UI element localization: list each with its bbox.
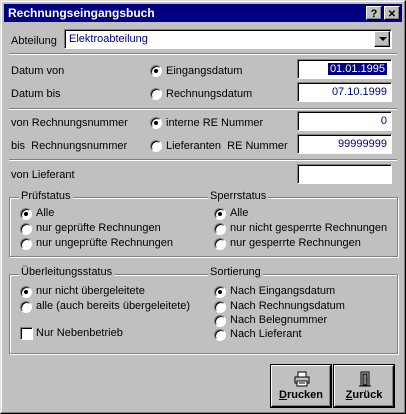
help-button[interactable]: ? — [366, 6, 382, 20]
radio-sort-eingangsdatum-label: Nach Eingangsdatum — [230, 285, 336, 297]
ueberleitung-title: Überleitungsstatus — [19, 266, 115, 278]
radio-sperr-nicht-gesperrt-label: nur nicht gesperrte Rechnungen — [230, 222, 388, 234]
abteilung-value: Elektroabteilung — [69, 33, 148, 45]
radio-pruef-ungeprueft[interactable] — [20, 238, 32, 250]
dialog-window: Rechnungseingangsbuch ? ✕ Abteilung Elek… — [0, 0, 406, 414]
radio-eingangsdatum[interactable] — [150, 65, 162, 77]
nummer-von-field[interactable]: 0 — [297, 111, 392, 131]
radio-pruef-alle-label: Alle — [36, 207, 55, 219]
radio-sperr-gesperrt[interactable] — [214, 238, 226, 250]
nummer-bis-label: bis Rechnungsnummer — [11, 140, 128, 152]
radio-sort-eingangsdatum[interactable] — [214, 286, 226, 298]
radio-pruef-alle[interactable] — [20, 208, 32, 220]
printer-icon — [294, 371, 310, 387]
radio-pruef-geprueft-label: nur geprüfte Rechnungen — [36, 222, 161, 234]
close-icon: ✕ — [387, 9, 397, 20]
radio-alle-uebergeleitet[interactable] — [20, 301, 32, 313]
divider — [9, 108, 397, 110]
nummer-bis-value: 99999999 — [338, 138, 387, 150]
drucken-label: Drucken — [278, 389, 324, 401]
radio-sperr-alle[interactable] — [214, 208, 226, 220]
nebenbetrieb-label: Nur Nebenbetrieb — [36, 327, 123, 339]
radio-sort-rechnungsdatum[interactable] — [214, 301, 226, 313]
radio-sort-lieferant[interactable] — [214, 329, 226, 341]
divider — [9, 53, 397, 55]
nummer-von-label: von Rechnungsnummer — [11, 117, 128, 129]
datum-von-field[interactable]: 01.01.1995 — [297, 59, 392, 79]
radio-sort-belegnummer[interactable] — [214, 315, 226, 327]
abteilung-combo[interactable]: Elektroabteilung — [64, 29, 392, 49]
lieferant-label: von Lieferant — [11, 169, 75, 181]
radio-nicht-uebergeleitet[interactable] — [20, 286, 32, 298]
zurueck-button[interactable]: Zurück — [334, 365, 394, 407]
radio-sperr-alle-label: Alle — [230, 207, 249, 219]
nummer-bis-field[interactable]: 99999999 — [297, 134, 392, 154]
radio-lieferanten-nummer-label: Lieferanten RE Nummer — [166, 140, 288, 152]
datum-bis-label: Datum bis — [11, 88, 61, 100]
radio-pruef-geprueft[interactable] — [20, 223, 32, 235]
sperrstatus-title: Sperrstatus — [208, 190, 269, 202]
radio-eingangsdatum-label: Eingangsdatum — [166, 65, 243, 77]
drucken-button[interactable]: Drucken — [271, 365, 331, 407]
datum-bis-field[interactable]: 07.10.1999 — [297, 82, 392, 102]
abteilung-label: Abteilung — [11, 35, 57, 47]
radio-alle-uebergeleitet-label: alle (auch bereits übergeleitete) — [36, 300, 191, 312]
sortierung-title: Sortierung — [208, 266, 263, 278]
title-bar[interactable]: Rechnungseingangsbuch ? ✕ — [4, 4, 402, 22]
nebenbetrieb-checkbox[interactable] — [20, 327, 33, 340]
datum-bis-value: 07.10.1999 — [331, 86, 387, 98]
radio-pruef-ungeprueft-label: nur ungeprüfte Rechnungen — [36, 237, 173, 249]
radio-interne-nummer-label: interne RE Nummer — [166, 117, 264, 129]
radio-interne-nummer[interactable] — [150, 117, 162, 129]
radio-rechnungsdatum[interactable] — [150, 88, 162, 100]
window-title: Rechnungseingangsbuch — [8, 6, 155, 20]
chevron-down-icon[interactable] — [374, 31, 390, 47]
radio-sort-rechnungsdatum-label: Nach Rechnungsdatum — [230, 300, 345, 312]
pruefstatus-title: Prüfstatus — [19, 190, 73, 202]
radio-sperr-nicht-gesperrt[interactable] — [214, 223, 226, 235]
radio-nicht-uebergeleitet-label: nur nicht übergeleitete — [36, 285, 145, 297]
datum-von-label: Datum von — [11, 65, 65, 77]
lieferant-field[interactable] — [297, 164, 392, 184]
radio-sort-belegnummer-label: Nach Belegnummer — [230, 314, 328, 326]
close-button[interactable]: ✕ — [384, 6, 400, 20]
nummer-von-value: 0 — [380, 115, 387, 127]
radio-sort-lieferant-label: Nach Lieferant — [230, 328, 302, 340]
zurueck-label: Zurück — [345, 389, 383, 401]
radio-rechnungsdatum-label: Rechnungsdatum — [166, 88, 253, 100]
datum-von-value: 01.01.1995 — [327, 63, 387, 75]
divider — [9, 159, 397, 161]
radio-sperr-gesperrt-label: nur gesperrte Rechnungen — [230, 237, 361, 249]
door-icon — [359, 371, 371, 387]
radio-lieferanten-nummer[interactable] — [150, 140, 162, 152]
